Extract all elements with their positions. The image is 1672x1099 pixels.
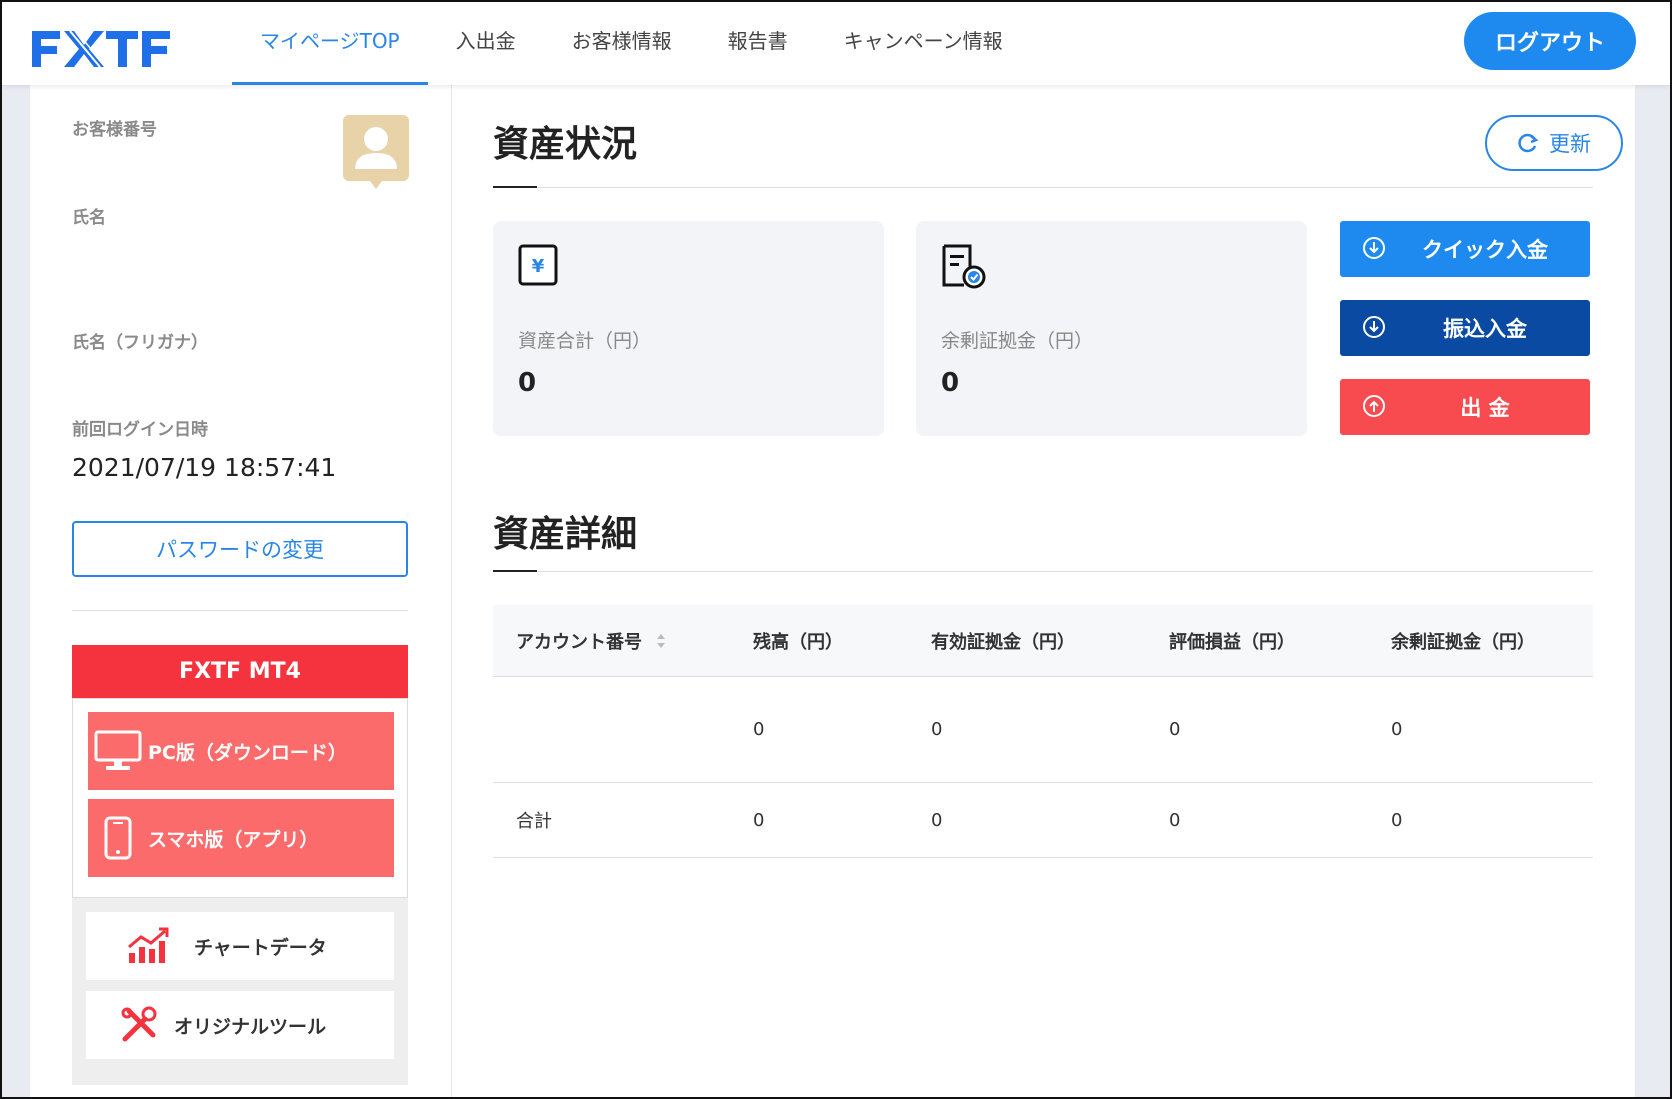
chart-data-label: チャートデータ bbox=[194, 936, 327, 959]
desktop-icon bbox=[94, 730, 142, 770]
asset-status-title: 資産状況 bbox=[493, 124, 638, 165]
transfer-deposit-label: 振込入金 bbox=[1443, 317, 1527, 341]
nav-mypage-top[interactable]: マイページTOP bbox=[232, 2, 428, 85]
document-check-icon bbox=[942, 244, 986, 289]
main-nav: マイページTOP 入出金 お客様情報 報告書 キャンペーン情報 bbox=[232, 2, 1031, 85]
col-account-number[interactable]: アカウント番号 bbox=[516, 605, 668, 676]
nav-customer-info[interactable]: お客様情報 bbox=[544, 2, 700, 85]
mt4-title: FXTF MT4 bbox=[72, 645, 408, 698]
transfer-deposit-button[interactable]: 振込入金 bbox=[1340, 300, 1590, 356]
smartphone-icon bbox=[104, 816, 132, 860]
avatar bbox=[343, 115, 409, 189]
refresh-label: 更新 bbox=[1549, 132, 1591, 156]
yen-icon: ¥ bbox=[518, 244, 558, 286]
nav-deposit-withdraw[interactable]: 入出金 bbox=[428, 2, 544, 85]
smartphone-app-button[interactable]: スマホ版（アプリ） bbox=[88, 799, 394, 877]
top-header: マイページTOP 入出金 お客様情報 報告書 キャンペーン情報 ログアウト bbox=[2, 2, 1670, 85]
row-unrealized-pnl: 0 bbox=[1169, 719, 1181, 740]
free-margin-card: 余剰証拠金（円） 0 bbox=[916, 221, 1307, 436]
profile-sidebar: お客様番号 氏名 氏名（フリガナ） 前回ログイン日時 2021/07/19 18… bbox=[30, 85, 452, 1099]
fxtf-logo-icon bbox=[32, 30, 170, 68]
customer-number-label: お客様番号 bbox=[72, 120, 157, 140]
last-login-label: 前回ログイン日時 bbox=[72, 420, 208, 440]
free-margin-label: 余剰証拠金（円） bbox=[941, 330, 1094, 352]
total-assets-value: 0 bbox=[518, 368, 537, 398]
refresh-button[interactable]: 更新 bbox=[1485, 115, 1623, 171]
col-account-number-label: アカウント番号 bbox=[516, 631, 642, 653]
total-row: 合計 0 0 0 0 bbox=[493, 783, 1593, 858]
tools-icon bbox=[121, 1006, 157, 1042]
name-label: 氏名 bbox=[72, 208, 106, 228]
content-area: お客様番号 氏名 氏名（フリガナ） 前回ログイン日時 2021/07/19 18… bbox=[30, 85, 1635, 1099]
total-balance: 0 bbox=[753, 809, 765, 831]
withdraw-label: 出 金 bbox=[1460, 396, 1510, 420]
total-assets-label: 資産合計（円） bbox=[518, 330, 652, 352]
chart-growth-icon bbox=[128, 927, 169, 963]
col-unrealized-pnl: 評価損益（円） bbox=[1169, 631, 1295, 653]
pc-download-label: PC版（ダウンロード） bbox=[148, 741, 347, 764]
col-balance: 残高（円） bbox=[753, 631, 843, 653]
table-header: アカウント番号 残高（円） 有効証拠金（円） 評価損益（円） 余剰証拠金（円） bbox=[493, 605, 1593, 677]
total-label: 合計 bbox=[516, 811, 552, 832]
name-kana-label: 氏名（フリガナ） bbox=[72, 333, 208, 353]
original-tool-button[interactable]: オリジナルツール bbox=[86, 991, 394, 1059]
original-tool-label: オリジナルツール bbox=[174, 1015, 327, 1038]
mt4-panel: FXTF MT4 PC版（ダウンロード） スマホ版（アプリ） チャートデータ オ… bbox=[72, 645, 408, 1085]
logout-button[interactable]: ログアウト bbox=[1464, 12, 1636, 70]
fxtf-logo[interactable] bbox=[30, 27, 180, 71]
asset-detail-title: 資産詳細 bbox=[493, 514, 638, 555]
row-balance: 0 bbox=[753, 719, 765, 740]
sort-icon[interactable] bbox=[654, 631, 668, 651]
row-effective-margin: 0 bbox=[931, 719, 943, 740]
free-margin-value: 0 bbox=[941, 368, 960, 398]
withdraw-button[interactable]: 出 金 bbox=[1340, 379, 1590, 435]
quick-deposit-label: クイック入金 bbox=[1422, 238, 1548, 262]
total-effective-margin: 0 bbox=[931, 809, 943, 831]
password-change-button[interactable]: パスワードの変更 bbox=[72, 521, 408, 577]
svg-text:¥: ¥ bbox=[532, 256, 545, 277]
quick-deposit-button[interactable]: クイック入金 bbox=[1340, 221, 1590, 277]
mt4-download-group: PC版（ダウンロード） スマホ版（アプリ） bbox=[72, 698, 408, 898]
col-effective-margin: 有効証拠金（円） bbox=[931, 631, 1075, 653]
chart-data-button[interactable]: チャートデータ bbox=[86, 912, 394, 980]
last-login-value: 2021/07/19 18:57:41 bbox=[72, 453, 337, 482]
col-free-margin: 余剰証拠金（円） bbox=[1391, 631, 1535, 653]
nav-campaign-info[interactable]: キャンペーン情報 bbox=[816, 2, 1031, 85]
pc-download-button[interactable]: PC版（ダウンロード） bbox=[88, 712, 394, 790]
row-free-margin: 0 bbox=[1391, 719, 1403, 740]
refresh-icon bbox=[1518, 133, 1539, 153]
smartphone-app-label: スマホ版（アプリ） bbox=[148, 828, 319, 851]
user-icon bbox=[355, 127, 397, 169]
asset-detail-divider bbox=[493, 570, 1593, 572]
sidebar-divider bbox=[72, 610, 408, 611]
total-assets-card: ¥ 資産合計（円） 0 bbox=[493, 221, 884, 436]
asset-status-divider bbox=[493, 186, 1593, 188]
nav-reports[interactable]: 報告書 bbox=[700, 2, 816, 85]
total-free-margin: 0 bbox=[1391, 809, 1403, 831]
total-unrealized-pnl: 0 bbox=[1169, 809, 1181, 831]
table-row: 0 0 0 0 bbox=[493, 677, 1593, 783]
